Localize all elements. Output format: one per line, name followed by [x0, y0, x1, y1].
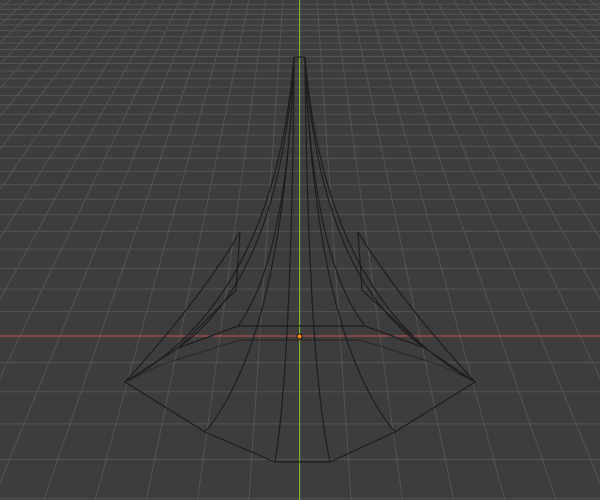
object-origin-dot[interactable]: [296, 333, 303, 340]
mesh-rib-edge: [124, 56, 295, 383]
grid-line-depth: [504, 0, 600, 117]
mesh-rib-edge: [237, 56, 295, 327]
grid-line-depth: [350, 0, 455, 500]
3d-viewport[interactable]: [0, 0, 600, 500]
mesh-rib-edge: [304, 56, 366, 327]
viewport-canvas[interactable]: [0, 0, 600, 500]
grid-line-depth: [0, 0, 199, 483]
grid-line-depth: [0, 0, 147, 239]
grid-line-depth: [0, 0, 79, 89]
mesh-rib-edge: [304, 56, 476, 383]
grid-line-depth: [487, 0, 600, 150]
grid-line-depth: [436, 0, 600, 300]
grid-line-depth: [0, 0, 113, 150]
grid-line-depth: [521, 0, 600, 89]
grid-line-depth: [197, 0, 267, 500]
grid-line-depth: [0, 0, 164, 300]
grid-line-depth: [333, 0, 403, 500]
grid-line-depth: [453, 0, 600, 239]
grid-line-depth: [316, 0, 352, 500]
grid-line-depth: [401, 0, 600, 483]
grid-line-depth: [470, 0, 600, 190]
grid-line-depth: [43, 0, 216, 500]
mesh-silhouette-left: [124, 231, 241, 383]
grid-line-depth: [0, 0, 96, 117]
mesh-rib-edge: [304, 56, 426, 349]
mesh-rib-edge: [177, 56, 295, 349]
grid-line-depth: [384, 0, 557, 500]
grid-line-depth: [0, 0, 130, 190]
grid-line-depth: [145, 0, 250, 500]
